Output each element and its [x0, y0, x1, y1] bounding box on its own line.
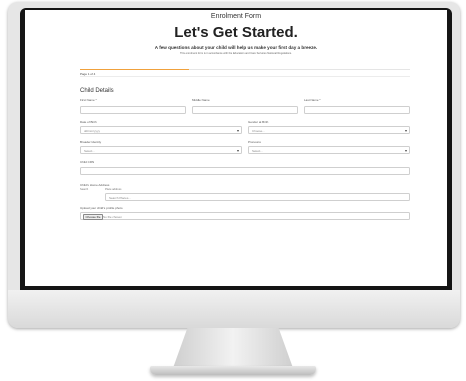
crn-label: Child CRN	[80, 160, 95, 164]
gender-placeholder: Choose...	[252, 129, 265, 133]
dob-label: Date of Birth	[80, 120, 97, 124]
monitor-stand-neck	[173, 328, 293, 368]
last-name-input[interactable]	[304, 106, 410, 114]
first-name-label: First Name *	[80, 98, 97, 102]
pronouns-label: Pronouns	[248, 140, 261, 144]
chevron-down-icon: ▾	[404, 148, 407, 153]
ethnicity-select[interactable]: Select... ▾	[80, 146, 242, 154]
address-search-input[interactable]: Search Places...	[105, 193, 410, 201]
dob-input[interactable]: dd/mm/yyyy ▾	[80, 126, 242, 134]
pronouns-select[interactable]: Select... ▾	[248, 146, 410, 154]
address-sublabel-search: Search	[80, 188, 89, 191]
first-name-input[interactable]	[80, 106, 186, 114]
middle-name-label: Middle Name	[192, 98, 210, 102]
progress-fill	[80, 69, 189, 70]
photo-label: Upload your child's profile photo	[80, 206, 123, 210]
window-title: Enrolment Form	[210, 13, 262, 20]
photo-upload: Choose file No file chosen	[80, 212, 410, 220]
progress-bar	[80, 69, 410, 70]
screen: Enrolment Form Let's Get Started. A few …	[25, 10, 447, 286]
monitor: Enrolment Form Let's Get Started. A few …	[8, 2, 460, 328]
gender-label: Gender at Birth	[248, 120, 269, 124]
monitor-chin	[8, 290, 460, 328]
divider	[80, 76, 410, 77]
chevron-down-icon: ▾	[404, 128, 407, 133]
gender-select[interactable]: Choose... ▾	[248, 126, 410, 134]
ethnicity-label: Broader Identity	[80, 140, 102, 144]
page-title: Let's Get Started.	[174, 24, 298, 41]
file-status: No file chosen	[103, 215, 123, 219]
choose-file-button[interactable]: Choose file	[83, 213, 104, 220]
last-name-label: Last Name *	[304, 98, 321, 102]
address-placeholder: Search Places...	[109, 196, 131, 200]
monitor-stand-base	[150, 366, 316, 375]
crn-input[interactable]	[80, 167, 410, 175]
middle-name-input[interactable]	[192, 106, 298, 114]
chevron-down-icon: ▾	[236, 148, 239, 153]
chevron-down-icon: ▾	[236, 128, 239, 133]
address-label: Child's Home Address	[80, 183, 110, 187]
fine-print: This enrolment form is in accordance wit…	[180, 52, 292, 55]
pronouns-placeholder: Select...	[252, 149, 263, 153]
dob-placeholder: dd/mm/yyyy	[84, 129, 101, 133]
section-title: Child Details	[80, 88, 114, 94]
subtitle: A few questions about your child will he…	[154, 45, 318, 50]
address-sublabel-place: Place address	[105, 188, 122, 191]
ethnicity-placeholder: Select...	[84, 149, 95, 153]
